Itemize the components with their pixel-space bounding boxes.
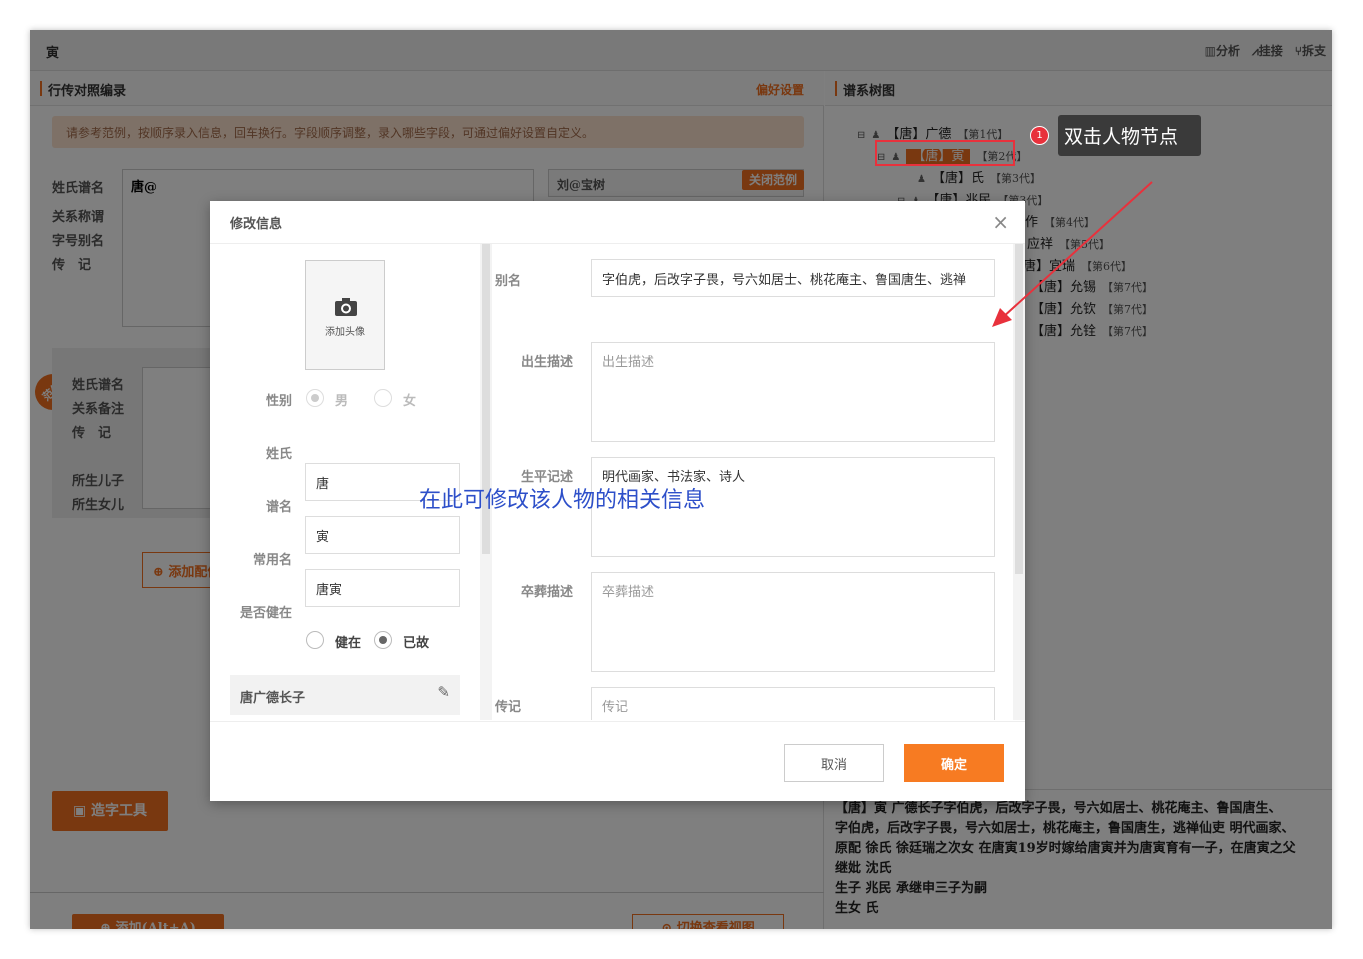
death-label: 卒葬描述: [520, 585, 573, 600]
alive-radio[interactable]: [306, 631, 324, 649]
relation-text: 唐广德长子: [240, 691, 306, 706]
common-name-label: 常用名: [252, 553, 292, 568]
deceased-radio[interactable]: [374, 631, 392, 649]
bio-label: 传记: [495, 700, 522, 715]
gender-male-label: 男: [335, 394, 349, 409]
confirm-button[interactable]: 确定: [904, 744, 1004, 782]
alias-label: 别名: [495, 274, 522, 289]
modal-header: 修改信息 ×: [210, 201, 1025, 244]
birth-textarea[interactable]: 出生描述: [591, 342, 995, 442]
gender-female-label: 女: [403, 394, 417, 409]
avatar-upload[interactable]: 添加头像: [305, 260, 385, 370]
bio-textarea[interactable]: 传记: [591, 687, 995, 720]
callout-tooltip: 双击人物节点: [1058, 115, 1201, 156]
surname-label: 姓氏: [265, 447, 292, 462]
gender-label: 性别: [265, 394, 292, 409]
deceased-option-label: 已故: [403, 636, 430, 651]
death-textarea[interactable]: 卒葬描述: [591, 572, 995, 672]
instruction-note: 在此可修改该人物的相关信息: [419, 488, 706, 513]
camera-icon: [335, 298, 357, 316]
alive-option-label: 健在: [335, 636, 362, 651]
modal-title: 修改信息: [230, 217, 283, 232]
app-window: 寅 ▥分析 ⩘挂接 ⑂拆支 行传对照编录 偏好设置 请参考范例，按顺序录入信息，…: [30, 30, 1332, 929]
step-badge: 1: [1030, 126, 1049, 145]
birth-label: 出生描述: [520, 355, 573, 370]
common-name-input[interactable]: 唐寅: [305, 569, 460, 607]
puming-label: 谱名: [265, 500, 292, 515]
modal-footer: 取消 确定: [210, 721, 1025, 801]
avatar-label: 添加头像: [325, 327, 365, 338]
edit-icon[interactable]: ✎: [437, 683, 450, 701]
cancel-button[interactable]: 取消: [784, 744, 884, 782]
puming-input[interactable]: 寅: [305, 516, 460, 554]
alias-input[interactable]: 字伯虎，后改字子畏，号六如居士、桃花庵主、鲁国唐生、逃禅: [591, 259, 995, 297]
highlight-box: [875, 140, 1015, 166]
gender-female-radio[interactable]: [374, 389, 392, 407]
arrow-icon: [992, 181, 1153, 327]
alive-label: 是否健在: [239, 606, 292, 621]
relation-row[interactable]: 唐广德长子 ✎: [230, 675, 460, 715]
gender-male-radio[interactable]: [306, 389, 324, 407]
